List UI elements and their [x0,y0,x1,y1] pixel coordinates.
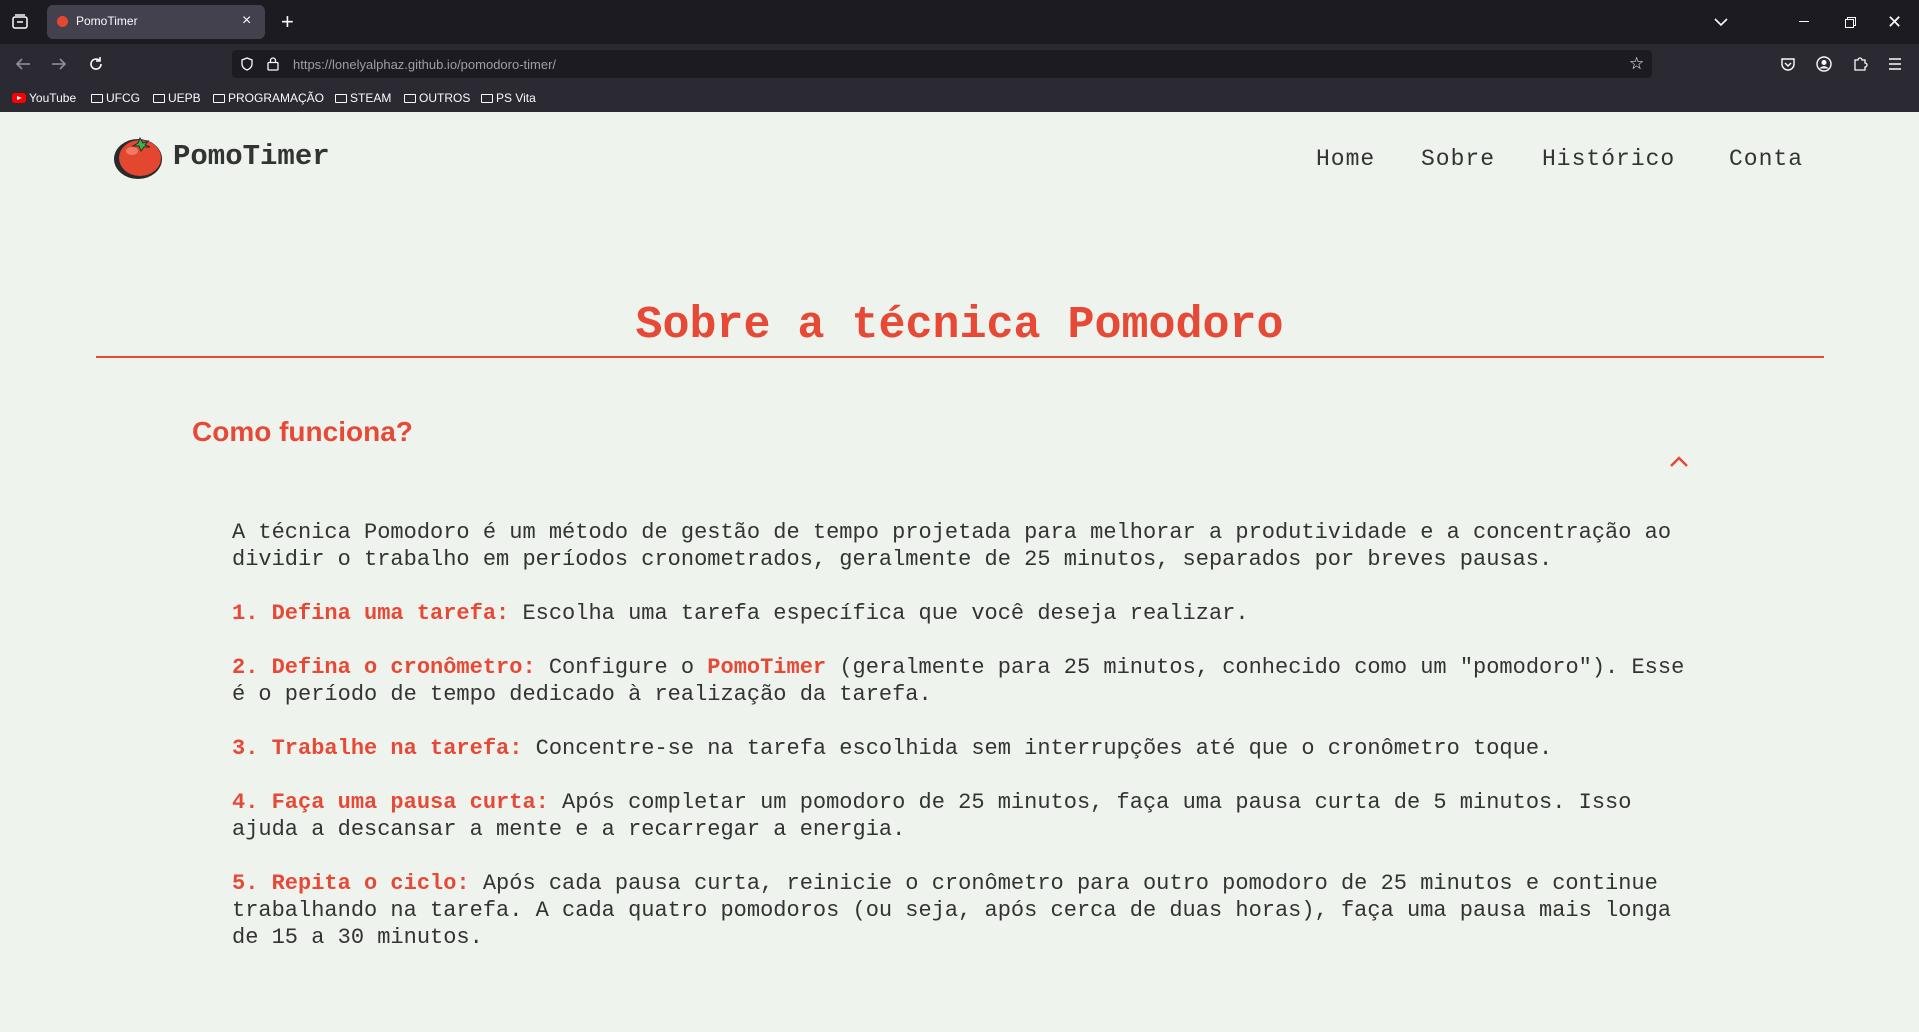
restore-window-icon[interactable] [1845,16,1856,28]
tab-title: PomoTimer [76,14,138,28]
pocket-icon[interactable] [1780,56,1796,72]
nav-conta-link[interactable]: Conta [1729,146,1803,172]
bookmark-folder-uepb[interactable]: UEPB [153,91,201,105]
bookmark-label: OUTROS [419,91,471,105]
bookmark-youtube[interactable]: YouTube [12,91,76,105]
back-arrow-icon[interactable] [14,55,32,73]
folder-icon [213,94,225,103]
minimize-window-icon[interactable] [1799,21,1809,22]
step-1: 1. Defina uma tarefa: Escolha uma tarefa… [232,600,1692,627]
step-3: 3. Trabalhe na tarefa: Concentre-se na t… [232,735,1692,762]
new-tab-icon[interactable]: + [281,11,294,33]
step-label: 3. Trabalhe na tarefa: [232,736,523,761]
forward-arrow-icon[interactable] [50,55,68,73]
bookmark-label: UEPB [168,91,201,105]
url-path: /pomodoro-timer/ [457,57,557,72]
intro-paragraph: A técnica Pomodoro é um método de gestão… [232,520,1672,572]
section-content: A técnica Pomodoro é um método de gestão… [232,519,1692,978]
bookmark-folder-ps-vita[interactable]: PS Vita [481,91,536,105]
chevron-up-icon[interactable] [1668,454,1690,470]
url-text[interactable]: https://lonelyalphaz.github.io/pomodoro-… [293,57,556,72]
title-divider [96,356,1824,358]
tomato-logo-icon[interactable] [112,134,164,180]
pomotimer-highlight: PomoTimer [707,655,827,680]
extensions-puzzle-icon[interactable] [1852,56,1868,72]
bookmarks-toolbar: YouTube UFCG UEPB PROGRAMAÇÃO STEAM OUTR… [0,84,1919,112]
site-brand[interactable]: PomoTimer [173,140,330,173]
bookmark-label: PS Vita [496,91,536,105]
folder-icon [153,94,165,103]
step-4: 4. Faça uma pausa curta: Após completar … [232,789,1692,843]
list-all-tabs-chevron-icon[interactable] [1713,14,1729,30]
page-title: Sobre a técnica Pomodoro [635,300,1284,351]
bookmark-label: UFCG [106,91,140,105]
section-title[interactable]: Como funciona? [192,416,413,448]
step-label: 5. Repita o ciclo: [232,871,470,896]
folder-icon [481,94,493,103]
browser-nav-bar: https://lonelyalphaz.github.io/pomodoro-… [0,44,1919,84]
folder-icon [91,94,103,103]
step-text: Concentre-se na tarefa escolhida sem int… [522,736,1553,761]
bookmark-label: YouTube [29,91,77,105]
bookmark-star-icon[interactable]: ☆ [1629,55,1644,72]
bookmark-label: STEAM [350,91,392,105]
nav-historico-link[interactable]: Histórico [1542,146,1675,172]
step-2: 2. Defina o cronômetro: Configure o Pomo… [232,654,1692,708]
step-text: Configure o [535,655,708,680]
web-page: PomoTimer Home Sobre Histórico Conta Sob… [0,112,1919,1032]
nav-sobre-link[interactable]: Sobre [1421,146,1495,172]
url-host: https://lonelyalphaz.github.io [293,57,458,72]
lock-icon[interactable] [266,56,280,71]
step-5: 5. Repita o ciclo: Após cada pausa curta… [232,870,1692,951]
folder-icon [404,94,416,103]
step-text: Escolha uma tarefa específica que você d… [509,601,1249,626]
close-window-icon[interactable]: ✕ [1887,13,1902,31]
address-bar[interactable]: https://lonelyalphaz.github.io/pomodoro-… [232,50,1652,78]
tomato-favicon-icon [57,16,68,27]
account-icon[interactable] [1816,56,1832,72]
tracking-protection-shield-icon[interactable] [240,57,254,71]
browser-tab-active[interactable]: PomoTimer × [47,5,265,39]
menu-hamburger-icon[interactable] [1888,57,1902,71]
step-label: 1. Defina uma tarefa: [232,601,510,626]
close-tab-icon[interactable]: × [242,12,251,30]
bookmark-folder-outros[interactable]: OUTROS [404,91,470,105]
step-label: 2. Defina o cronômetro: [232,655,536,680]
browser-tab-bar: PomoTimer × + ✕ [0,0,1919,44]
tab-list-icon[interactable] [11,13,29,31]
nav-home-link[interactable]: Home [1316,146,1375,172]
bookmark-folder-steam[interactable]: STEAM [335,91,391,105]
step-label: 4. Faça uma pausa curta: [232,790,549,815]
bookmark-folder-programacao[interactable]: PROGRAMAÇÃO [213,91,324,105]
youtube-icon [12,93,26,103]
reload-icon[interactable] [87,55,105,73]
folder-icon [335,94,347,103]
bookmark-folder-ufcg[interactable]: UFCG [91,91,140,105]
bookmark-label: PROGRAMAÇÃO [228,91,325,105]
